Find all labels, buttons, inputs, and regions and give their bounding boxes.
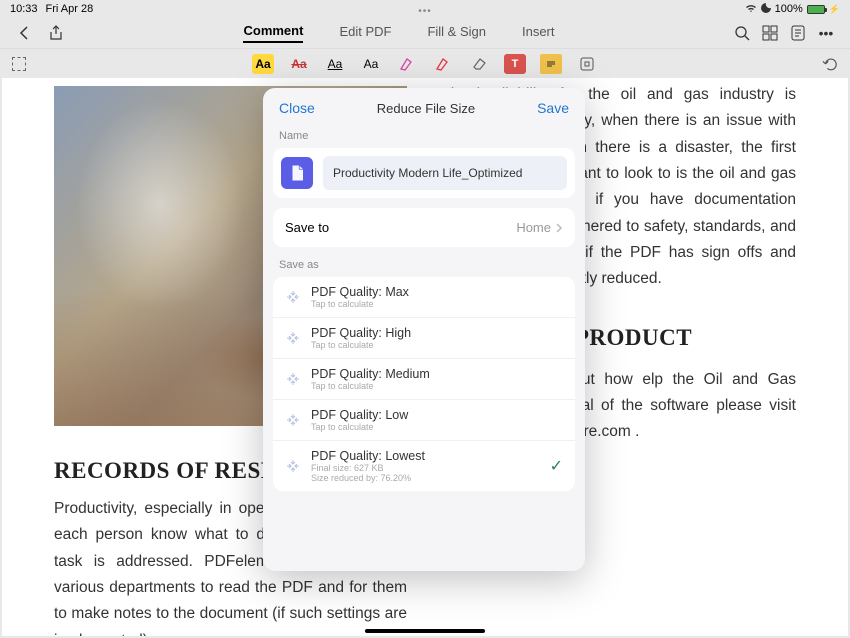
compress-arrows-icon (285, 330, 301, 346)
quality-option-0[interactable]: PDF Quality: MaxTap to calculate (273, 277, 575, 318)
back-button[interactable] (16, 25, 32, 41)
name-label: Name (263, 126, 585, 148)
quality-subtitle: Tap to calculate (311, 340, 563, 350)
undo-button[interactable] (822, 56, 838, 72)
squiggly-tool[interactable]: Aa (360, 54, 382, 74)
marker-tool[interactable] (432, 54, 454, 74)
tab-fill-sign[interactable]: Fill & Sign (427, 24, 486, 42)
tab-insert[interactable]: Insert (522, 24, 555, 42)
annotation-toolbar: Aa Aa Aa Aa T (0, 48, 850, 78)
quality-subtitle: Tap to calculate (311, 299, 563, 309)
quality-title: PDF Quality: Max (311, 285, 563, 299)
top-toolbar: Comment Edit PDF Fill & Sign Insert ••• (0, 18, 850, 48)
save-to-value: Home (516, 220, 551, 235)
highlight-tool[interactable]: Aa (252, 54, 274, 74)
check-icon: ✓ (550, 456, 563, 476)
compress-arrows-icon (285, 289, 301, 305)
quality-title: PDF Quality: High (311, 326, 563, 340)
wifi-icon (745, 3, 757, 16)
filename-input[interactable] (323, 156, 567, 190)
charging-icon: ⚡ (829, 4, 840, 15)
quality-option-2[interactable]: PDF Quality: MediumTap to calculate (273, 359, 575, 400)
status-time: 10:33 (10, 3, 38, 15)
quality-title: PDF Quality: Low (311, 408, 563, 422)
stamp-tool[interactable] (576, 54, 598, 74)
quality-subtitle: Tap to calculate (311, 381, 563, 391)
quality-option-1[interactable]: PDF Quality: HighTap to calculate (273, 318, 575, 359)
search-button[interactable] (734, 25, 750, 41)
tab-comment[interactable]: Comment (243, 23, 303, 43)
filename-card (273, 148, 575, 198)
more-button[interactable]: ••• (818, 25, 834, 41)
select-area-tool[interactable] (12, 57, 26, 71)
status-date: Fri Apr 28 (46, 3, 94, 15)
modal-title: Reduce File Size (377, 101, 475, 116)
home-indicator[interactable] (365, 629, 485, 633)
share-button[interactable] (48, 25, 64, 41)
quality-list: PDF Quality: MaxTap to calculatePDF Qual… (273, 277, 575, 491)
save-to-row[interactable]: Save to Home (273, 208, 575, 247)
underline-tool[interactable]: Aa (324, 54, 346, 74)
strikethrough-tool[interactable]: Aa (288, 54, 310, 74)
reduce-file-size-modal: Close Reduce File Size Save Name Save to… (263, 88, 585, 571)
modal-close-button[interactable]: Close (279, 100, 315, 116)
thumbnails-button[interactable] (762, 25, 778, 41)
quality-subtitle: Final size: 627 KB Size reduced by: 76.2… (311, 463, 540, 483)
compress-arrows-icon (285, 412, 301, 428)
text-box-tool[interactable]: T (504, 54, 526, 74)
note-tool[interactable] (540, 54, 562, 74)
moon-icon (761, 3, 771, 16)
save-as-label: Save as (263, 255, 585, 277)
pdf-file-icon (281, 157, 313, 189)
handle-dots: ••• (418, 6, 432, 17)
quality-option-3[interactable]: PDF Quality: LowTap to calculate (273, 400, 575, 441)
quality-subtitle: Tap to calculate (311, 422, 563, 432)
status-bar: 10:33 Fri Apr 28 ••• 100% ⚡ (0, 0, 850, 18)
tab-edit-pdf[interactable]: Edit PDF (339, 24, 391, 42)
page-button[interactable] (790, 25, 806, 41)
chevron-right-icon (555, 222, 563, 234)
save-to-label: Save to (285, 220, 329, 235)
modal-save-button[interactable]: Save (537, 100, 569, 116)
compress-arrows-icon (285, 371, 301, 387)
quality-option-4[interactable]: PDF Quality: LowestFinal size: 627 KB Si… (273, 441, 575, 491)
eraser-tool[interactable] (468, 54, 490, 74)
quality-title: PDF Quality: Medium (311, 367, 563, 381)
battery-pct: 100% (775, 3, 803, 15)
battery-icon (807, 5, 825, 14)
compress-arrows-icon (285, 458, 301, 474)
area-highlight-tool[interactable] (396, 54, 418, 74)
quality-title: PDF Quality: Lowest (311, 449, 540, 463)
